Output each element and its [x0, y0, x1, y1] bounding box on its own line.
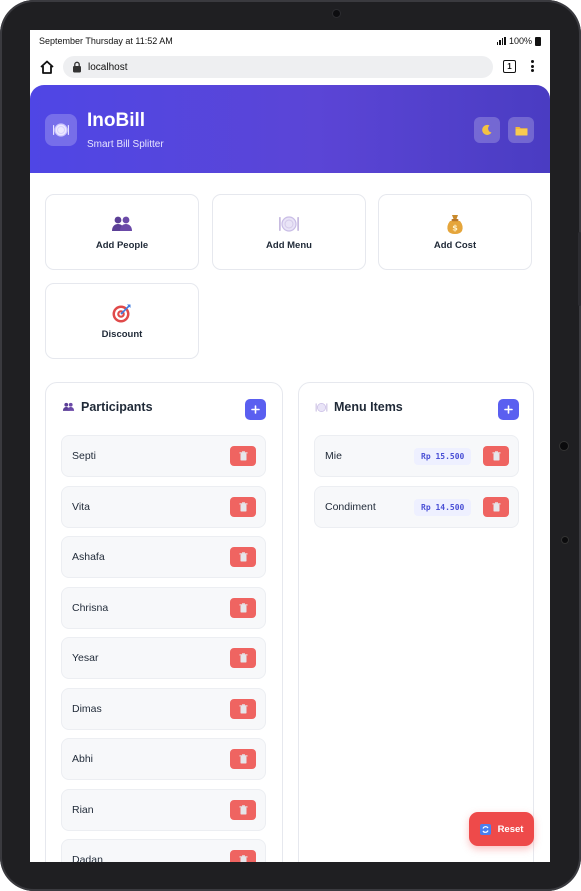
add-people-button[interactable]: Add People — [45, 194, 199, 270]
front-camera — [333, 10, 340, 17]
participant-row: Vita — [61, 485, 266, 528]
participant-name: Rian — [72, 803, 94, 816]
plate-icon — [278, 213, 300, 235]
participant-row: Septi — [61, 435, 266, 477]
moon-icon — [482, 124, 492, 135]
trash-icon — [239, 451, 247, 461]
participant-name: Abhi — [72, 753, 94, 765]
plus-icon — [504, 405, 513, 414]
side-sensor — [560, 442, 568, 450]
home-icon[interactable] — [39, 59, 55, 75]
menu-item-name: Condiment — [325, 500, 376, 513]
trash-icon — [239, 602, 247, 612]
tabs-icon[interactable]: 1 — [503, 60, 516, 73]
lock-icon — [73, 61, 81, 73]
participant-name: Dadan — [72, 854, 103, 862]
delete-participant-button[interactable] — [230, 496, 256, 517]
add-cost-label: Add Cost — [433, 240, 477, 251]
trash-icon — [239, 754, 247, 764]
app-header: InoBill Smart Bill Splitter — [30, 85, 550, 173]
menu-item-name: Mie — [325, 450, 342, 462]
battery-percent: 100% — [508, 36, 532, 46]
screen: September Thursday at 11:52 AM 100% loca… — [30, 30, 550, 862]
delete-participant-button[interactable] — [230, 799, 256, 820]
discount-button[interactable]: Discount — [45, 283, 199, 359]
status-time: September Thursday at 11:52 AM — [39, 36, 173, 46]
participant-name: Septi — [72, 450, 96, 462]
target-icon — [111, 302, 133, 324]
trash-icon — [492, 501, 500, 511]
people-icon — [62, 402, 75, 411]
participants-title: Participants — [81, 400, 153, 414]
reset-label: Reset — [497, 823, 524, 835]
menu-item-row: Mie Rp 15.500 — [314, 435, 519, 477]
app-title: InoBill — [87, 110, 146, 131]
delete-menu-item-button[interactable] — [483, 446, 509, 466]
participant-row: Yesar — [61, 637, 266, 679]
participant-row: Rian — [61, 788, 266, 831]
app-logo — [45, 114, 77, 146]
delete-participant-button[interactable] — [230, 698, 256, 719]
participant-name: Ashafa — [72, 551, 105, 563]
battery-icon — [535, 36, 541, 46]
add-participant-button[interactable] — [245, 399, 266, 420]
participants-panel: Participants Septi Vita Ashafa Chrisna Yesar… — [45, 382, 283, 862]
participant-row: Chrisna — [61, 586, 266, 629]
folder-icon — [515, 126, 527, 135]
add-menu-label: Add Menu — [266, 240, 312, 251]
more-options-icon[interactable] — [527, 58, 537, 74]
add-people-label: Add People — [95, 240, 149, 251]
open-folder-button[interactable] — [508, 117, 534, 143]
add-cost-button[interactable]: $ Add Cost — [378, 194, 532, 270]
trash-icon — [239, 552, 247, 562]
delete-participant-button[interactable] — [230, 597, 256, 618]
address-bar[interactable]: localhost — [63, 56, 493, 78]
plate-icon — [53, 123, 69, 137]
participant-name: Chrisna — [72, 601, 109, 614]
signal-icon — [496, 37, 506, 45]
delete-participant-button[interactable] — [230, 446, 256, 466]
add-menu-item-button[interactable] — [498, 399, 519, 420]
participant-name: Yesar — [72, 652, 99, 664]
theme-toggle-button[interactable] — [474, 117, 500, 143]
menu-items-title: Menu Items — [334, 400, 403, 414]
menu-item-row: Condiment Rp 14.500 — [314, 485, 519, 528]
side-mic — [562, 537, 568, 543]
delete-participant-button[interactable] — [230, 648, 256, 668]
url-text: localhost — [88, 61, 128, 73]
refresh-icon — [479, 823, 491, 835]
trash-icon — [492, 451, 500, 461]
trash-icon — [239, 501, 247, 511]
menu-items-panel: Menu Items Mie Rp 15.500 Condiment Rp 14.50… — [298, 382, 534, 862]
svg-text:$: $ — [452, 224, 458, 233]
participant-row: Dimas — [61, 687, 266, 730]
add-menu-button[interactable]: Add Menu — [212, 194, 366, 270]
browser-toolbar: localhost 1 — [30, 54, 550, 82]
trash-icon — [239, 653, 247, 663]
trash-icon — [239, 703, 247, 713]
participant-name: Dimas — [72, 702, 102, 715]
app-subtitle: Smart Bill Splitter — [87, 139, 164, 150]
participant-row: Dadan — [61, 839, 266, 862]
delete-menu-item-button[interactable] — [483, 496, 509, 517]
delete-participant-button[interactable] — [230, 749, 256, 769]
status-bar: September Thursday at 11:52 AM 100% — [30, 30, 550, 52]
reset-button[interactable]: Reset — [469, 812, 534, 846]
menu-item-price: Rp 14.500 — [414, 498, 472, 516]
participant-row: Abhi — [61, 738, 266, 780]
trash-icon — [239, 855, 247, 862]
menu-item-price: Rp 15.500 — [414, 448, 472, 465]
discount-label: Discount — [101, 329, 143, 340]
participant-name: Vita — [72, 500, 90, 513]
trash-icon — [239, 804, 247, 814]
money-bag-icon: $ — [444, 213, 466, 235]
delete-participant-button[interactable] — [230, 850, 256, 862]
plate-icon — [315, 402, 328, 412]
participant-row: Ashafa — [61, 536, 266, 578]
delete-participant-button[interactable] — [230, 547, 256, 567]
people-icon — [111, 213, 133, 235]
plus-icon — [251, 405, 260, 414]
